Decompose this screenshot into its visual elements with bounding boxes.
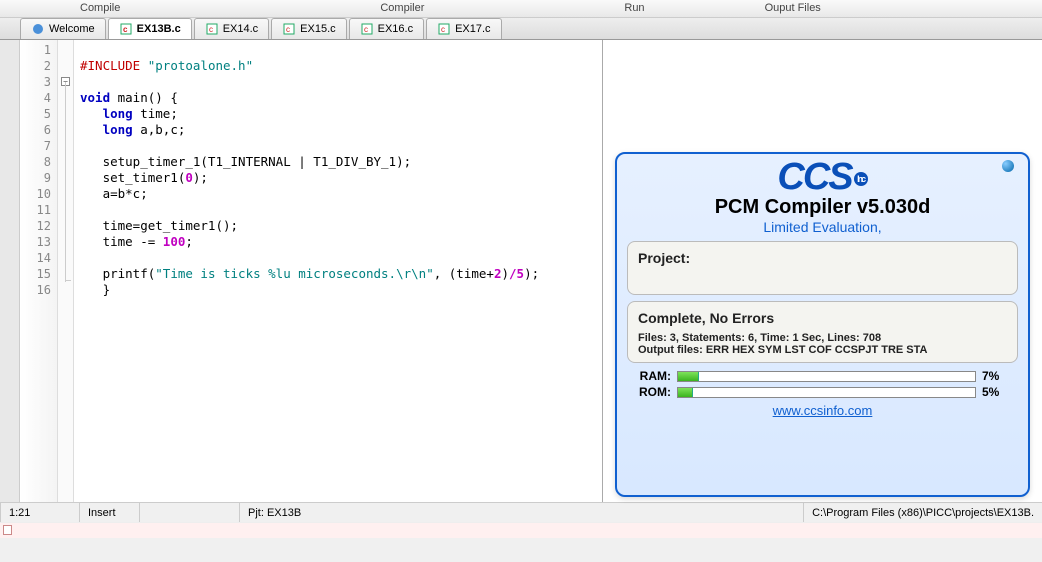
status-bar: 1:21 Insert Pjt: EX13B C:\Program Files …: [0, 502, 1042, 522]
svg-text:c: c: [364, 25, 368, 34]
tab-label: EX16.c: [378, 23, 413, 35]
code-token: a,b,c;: [133, 122, 186, 137]
svg-text:c: c: [286, 25, 290, 34]
top-menu-bar: Compile Compiler Run Ouput Files: [0, 0, 1042, 18]
code-token: );: [193, 170, 208, 185]
fold-gutter[interactable]: −: [58, 40, 74, 502]
menu-run[interactable]: Run: [604, 0, 664, 17]
status-insert-mode[interactable]: Insert: [80, 503, 140, 522]
tab-welcome[interactable]: Welcome: [20, 18, 106, 39]
status-panel: Complete, No Errors Files: 3, Statements…: [627, 301, 1018, 363]
code-token: printf(: [80, 266, 155, 281]
status-cursor-position: 1:21: [0, 503, 80, 522]
menu-compile[interactable]: Compile: [60, 0, 140, 17]
code-token: long: [103, 122, 133, 137]
editor-tabs: Welcome c EX13B.c c EX14.c c EX15.c c EX…: [0, 18, 1042, 40]
code-token: long: [103, 106, 133, 121]
menu-compiler[interactable]: Compiler: [360, 0, 444, 17]
code-token: set_timer1(: [80, 170, 185, 185]
code-token: 0: [185, 170, 193, 185]
code-token: time=get_timer1();: [80, 218, 238, 233]
logo-text: CCS: [777, 156, 851, 198]
tab-ex15[interactable]: c EX15.c: [271, 18, 346, 39]
tab-label: EX15.c: [300, 23, 335, 35]
tab-ex16[interactable]: c EX16.c: [349, 18, 424, 39]
tab-label: EX14.c: [223, 23, 258, 35]
code-token: );: [524, 266, 539, 281]
ram-label: RAM:: [633, 369, 671, 383]
tab-ex14[interactable]: c EX14.c: [194, 18, 269, 39]
popup-title: PCM Compiler v5.030d: [627, 196, 1018, 219]
c-file-icon: c: [205, 22, 219, 36]
left-rail: [0, 40, 20, 502]
svg-text:c: c: [441, 25, 445, 34]
status-file-path: C:\Program Files (x86)\PICC\projects\EX1…: [804, 503, 1042, 522]
project-label: Project:: [638, 250, 690, 266]
c-file-icon: c: [282, 22, 296, 36]
ccs-logo: CCSInc: [627, 160, 1018, 194]
compile-stats-line: Files: 3, Statements: 6, Time: 1 Sec, Li…: [638, 332, 881, 344]
tab-label: EX13B.c: [137, 23, 181, 35]
tab-label: Welcome: [49, 23, 95, 35]
status-spacer: [140, 503, 240, 522]
menu-output-files[interactable]: Ouput Files: [745, 0, 841, 17]
code-token: setup_timer_1(T1_INTERNAL | T1_DIV_BY_1)…: [80, 154, 411, 169]
code-token: 100: [163, 234, 186, 249]
rom-label: ROM:: [633, 385, 671, 399]
code-token: "protoalone.h": [148, 58, 253, 73]
popup-link-row: www.ccsinfo.com: [627, 403, 1018, 418]
code-token: time;: [133, 106, 178, 121]
ccsinfo-link[interactable]: www.ccsinfo.com: [773, 403, 873, 418]
svg-text:c: c: [209, 25, 213, 34]
tab-label: EX17.c: [455, 23, 490, 35]
line-number-gutter: 1 2 3 4 5 6 7 8 9 10 11 12 13 14 15 16: [20, 40, 58, 502]
tab-ex17[interactable]: c EX17.c: [426, 18, 501, 39]
logo-inc-badge: Inc: [854, 172, 868, 186]
code-token: , (time+: [434, 266, 494, 281]
code-token: time -=: [80, 234, 163, 249]
code-token: #INCLUDE: [80, 58, 140, 73]
tab-ex13b[interactable]: c EX13B.c: [108, 18, 192, 39]
project-panel: Project:: [627, 241, 1018, 295]
c-file-icon: c: [437, 22, 451, 36]
ram-meter: [677, 371, 976, 382]
message-indicator-icon[interactable]: [3, 525, 12, 535]
popup-subtitle: Limited Evaluation,: [627, 219, 1018, 235]
code-token: }: [80, 282, 110, 297]
compiler-result-popup: CCSInc PCM Compiler v5.030d Limited Eval…: [615, 152, 1030, 497]
compile-output-line: Output files: ERR HEX SYM LST COF CCSPJT…: [638, 344, 927, 356]
status-project: Pjt: EX13B: [240, 503, 804, 522]
c-file-icon: c: [360, 22, 374, 36]
svg-text:c: c: [123, 25, 128, 34]
code-token: a=b*c;: [80, 186, 148, 201]
code-token: ;: [185, 234, 193, 249]
ram-percent: 7%: [982, 369, 1012, 383]
welcome-icon: [31, 22, 45, 36]
c-file-icon: c: [119, 22, 133, 36]
code-token: /: [509, 266, 517, 281]
code-token: main() {: [110, 90, 178, 105]
memory-meters: RAM: 7% ROM: 5%: [627, 369, 1018, 399]
code-token: void: [80, 90, 110, 105]
code-token: ): [501, 266, 509, 281]
bottom-strip: [0, 522, 1042, 538]
pin-icon[interactable]: [1002, 160, 1014, 172]
rom-percent: 5%: [982, 385, 1012, 399]
compile-status-title: Complete, No Errors: [638, 310, 1007, 326]
rom-meter: [677, 387, 976, 398]
code-token: "Time is ticks %lu microseconds.\r\n": [155, 266, 433, 281]
code-token: 5: [517, 266, 525, 281]
